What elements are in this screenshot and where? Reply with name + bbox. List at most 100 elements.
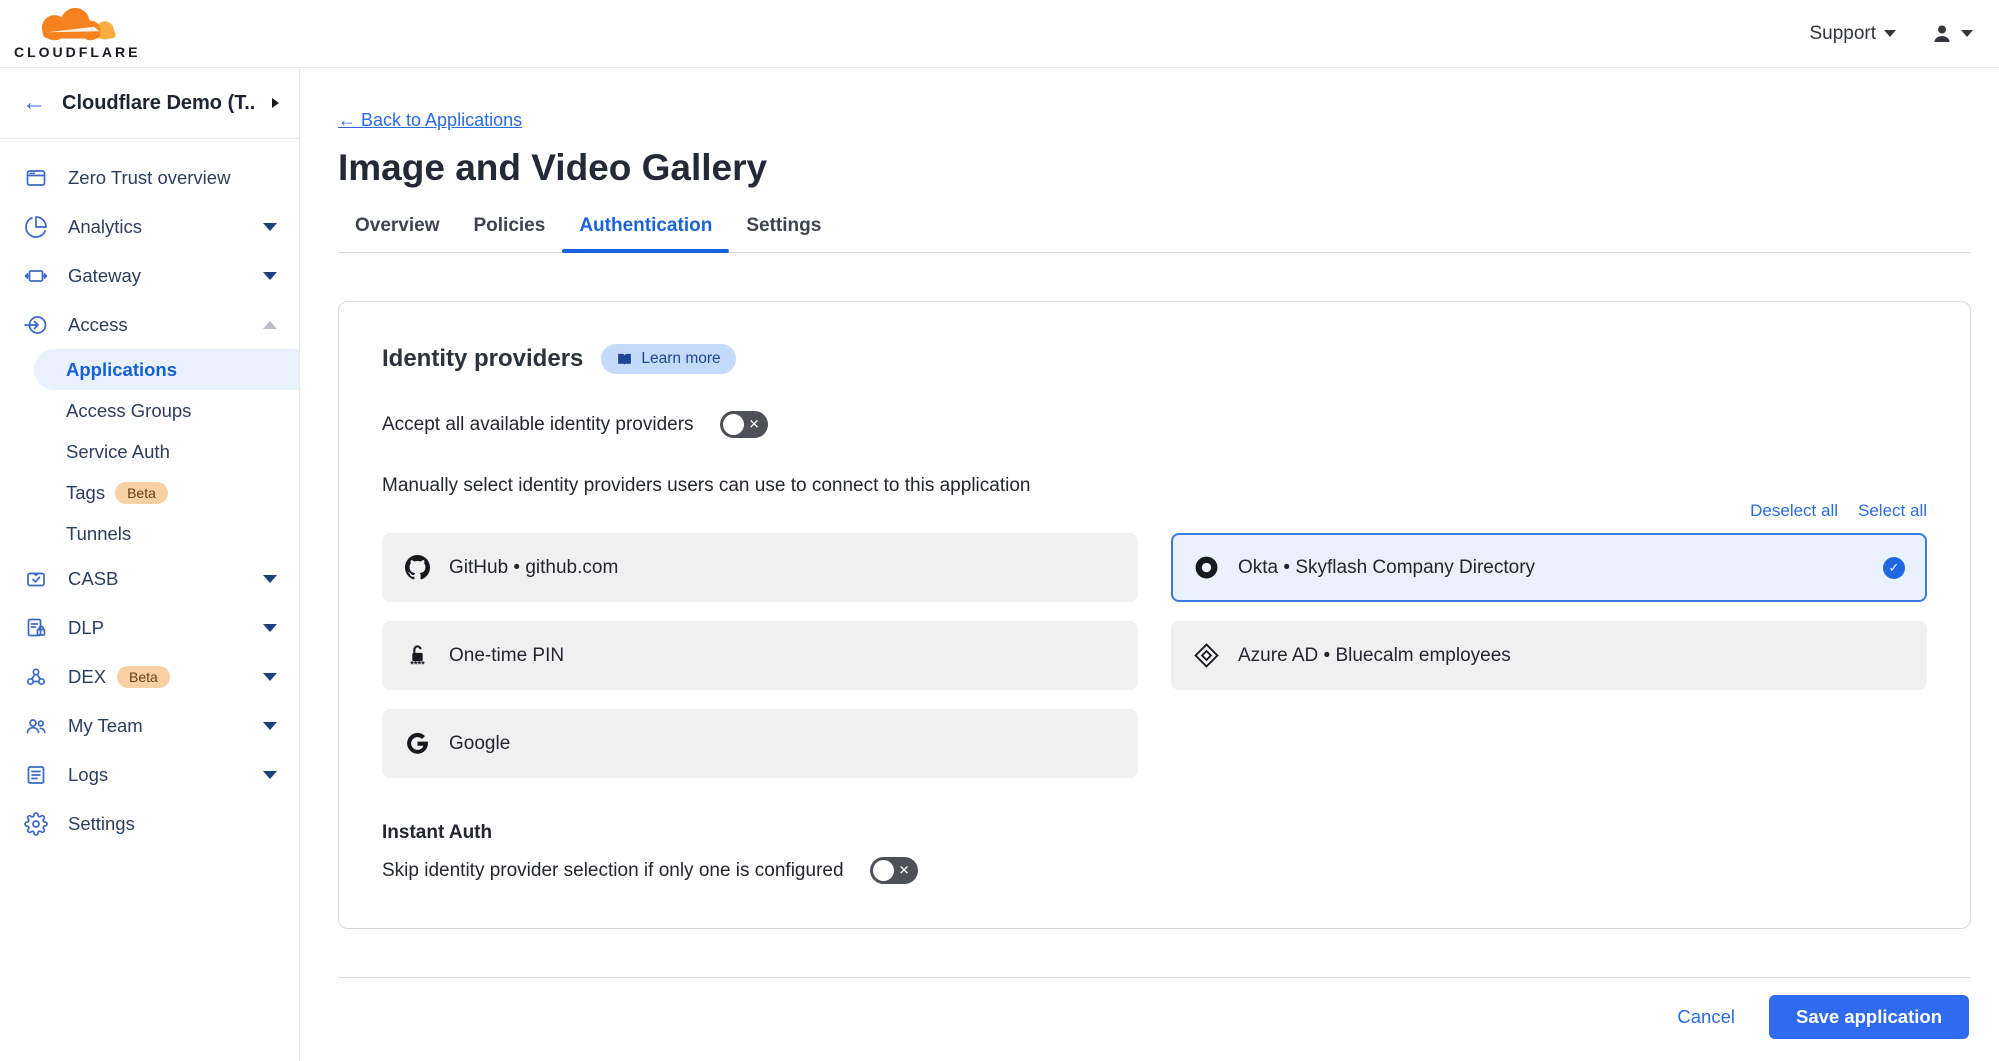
toggle-off-x-icon: ✕: [899, 862, 910, 878]
manual-select-text: Manually select identity providers users…: [382, 475, 1927, 497]
sidebar-item-label: Settings: [68, 813, 135, 835]
pie-chart-icon: [24, 215, 48, 239]
google-icon: [404, 731, 430, 757]
back-arrow-icon[interactable]: ←: [22, 91, 46, 115]
sidebar-item-label: DLP: [68, 617, 104, 639]
github-icon: [404, 555, 430, 581]
sidebar-item-settings[interactable]: Settings: [0, 799, 299, 848]
sidebar-item-access[interactable]: Access: [0, 300, 299, 349]
provider-card-github[interactable]: GitHub • github.com: [382, 533, 1138, 602]
sidebar-item-dex[interactable]: DEX Beta: [0, 652, 299, 701]
provider-card-one-time-pin[interactable]: **** One-time PIN: [382, 621, 1138, 690]
top-header: CLOUDFLARE Support: [0, 0, 1999, 68]
sidebar-subitem-label: Applications: [66, 359, 177, 381]
learn-more-badge[interactable]: Learn more: [601, 344, 735, 374]
sidebar-item-analytics[interactable]: Analytics: [0, 202, 299, 251]
card-heading: Identity providers: [382, 345, 583, 373]
beta-badge: Beta: [117, 666, 170, 688]
sidebar-subitem-label: Tunnels: [66, 523, 131, 545]
deselect-all-link[interactable]: Deselect all: [1750, 501, 1838, 521]
cloudflare-logo[interactable]: CLOUDFLARE: [14, 7, 140, 60]
azure-ad-icon: [1193, 643, 1219, 669]
chevron-down-icon: [263, 673, 277, 681]
sidebar-subitem-label: Service Auth: [66, 441, 170, 463]
toggle-knob: [873, 860, 894, 881]
sidebar-item-casb[interactable]: CASB: [0, 554, 299, 603]
user-icon: [1930, 22, 1954, 46]
provider-name: Google: [449, 733, 510, 755]
chevron-down-icon: [1884, 30, 1896, 37]
support-label: Support: [1809, 23, 1876, 45]
account-name[interactable]: Cloudflare Demo (T...: [62, 92, 256, 115]
chevron-down-icon: [263, 722, 277, 730]
browser-window-icon: [24, 166, 48, 190]
select-all-link[interactable]: Select all: [1858, 501, 1927, 521]
book-icon: [616, 351, 633, 368]
sidebar-item-my-team[interactable]: My Team: [0, 701, 299, 750]
identity-providers-card: Identity providers Learn more Accept all…: [338, 301, 1971, 929]
tab-settings[interactable]: Settings: [729, 215, 838, 252]
cloudflare-cloud-icon: [27, 7, 127, 43]
footer-actions: Cancel Save application: [338, 978, 1971, 1039]
users-icon: [24, 714, 48, 738]
chevron-down-icon: [263, 771, 277, 779]
provider-name: Azure AD • Bluecalm employees: [1238, 645, 1511, 667]
toggle-off-x-icon: ✕: [749, 416, 760, 432]
tab-policies[interactable]: Policies: [457, 215, 563, 252]
sidebar-nav: Zero Trust overview Analytics Gateway: [0, 139, 299, 848]
cancel-button[interactable]: Cancel: [1677, 1006, 1735, 1028]
tab-authentication[interactable]: Authentication: [562, 215, 729, 252]
sidebar-item-label: Access: [68, 314, 128, 336]
chevron-up-icon: [263, 321, 277, 329]
sidebar-item-gateway[interactable]: Gateway: [0, 251, 299, 300]
chevron-down-icon: [263, 624, 277, 632]
sidebar-item-label: Analytics: [68, 216, 142, 238]
sidebar-item-label: My Team: [68, 715, 143, 737]
back-to-applications-link[interactable]: ← Back to Applications: [338, 110, 522, 131]
sidebar-subitem-tags[interactable]: Tags Beta: [0, 472, 299, 513]
accept-all-label: Accept all available identity providers: [382, 414, 694, 436]
sidebar-item-label: Logs: [68, 764, 108, 786]
user-account-menu[interactable]: [1930, 22, 1973, 46]
sidebar-subitem-tunnels[interactable]: Tunnels: [0, 513, 299, 554]
sidebar-item-dlp[interactable]: DLP: [0, 603, 299, 652]
gateway-icon: [24, 264, 48, 288]
access-login-icon: [24, 313, 48, 337]
logs-list-icon: [24, 763, 48, 787]
instant-auth-label: Skip identity provider selection if only…: [382, 860, 844, 882]
document-lock-icon: [24, 616, 48, 640]
sidebar-subitem-label: Tags: [66, 482, 105, 504]
topbar-actions: Support: [1809, 22, 1973, 46]
chevron-right-icon[interactable]: [272, 98, 279, 108]
sidebar-item-label: CASB: [68, 568, 118, 590]
instant-auth-toggle[interactable]: ✕: [870, 857, 918, 884]
instant-auth-heading: Instant Auth: [382, 822, 1927, 844]
casb-shield-check-icon: [24, 567, 48, 591]
provider-name: Okta • Skyflash Company Directory: [1238, 557, 1535, 579]
okta-icon: [1193, 555, 1219, 581]
sidebar-item-zero-trust-overview[interactable]: Zero Trust overview: [0, 153, 299, 202]
provider-card-azure-ad[interactable]: Azure AD • Bluecalm employees: [1171, 621, 1927, 690]
sidebar-account-header: ← Cloudflare Demo (T...: [0, 68, 299, 139]
logo-wordmark: CLOUDFLARE: [14, 44, 140, 60]
sidebar-item-label: Gateway: [68, 265, 141, 287]
toggle-knob: [723, 414, 744, 435]
accept-all-toggle[interactable]: ✕: [720, 411, 768, 438]
provider-grid: GitHub • github.com Okta • Skyflash Comp…: [382, 533, 1927, 778]
page-title: Image and Video Gallery: [338, 147, 1971, 189]
tab-bar: Overview Policies Authentication Setting…: [338, 215, 1971, 253]
sidebar-subitem-label: Access Groups: [66, 400, 191, 422]
sidebar-subitem-service-auth[interactable]: Service Auth: [0, 431, 299, 472]
svg-text:****: ****: [410, 659, 425, 668]
provider-card-google[interactable]: Google: [382, 709, 1138, 778]
save-application-button[interactable]: Save application: [1769, 995, 1969, 1039]
gear-icon: [24, 812, 48, 836]
tab-overview[interactable]: Overview: [338, 215, 457, 252]
support-menu[interactable]: Support: [1809, 23, 1896, 45]
sidebar-item-logs[interactable]: Logs: [0, 750, 299, 799]
sidebar-subitem-access-groups[interactable]: Access Groups: [0, 390, 299, 431]
provider-card-okta[interactable]: Okta • Skyflash Company Directory ✓: [1171, 533, 1927, 602]
chevron-down-icon: [263, 272, 277, 280]
sidebar-subitem-applications[interactable]: Applications: [34, 349, 299, 390]
sidebar: ← Cloudflare Demo (T... Zero Trust overv…: [0, 68, 300, 1061]
